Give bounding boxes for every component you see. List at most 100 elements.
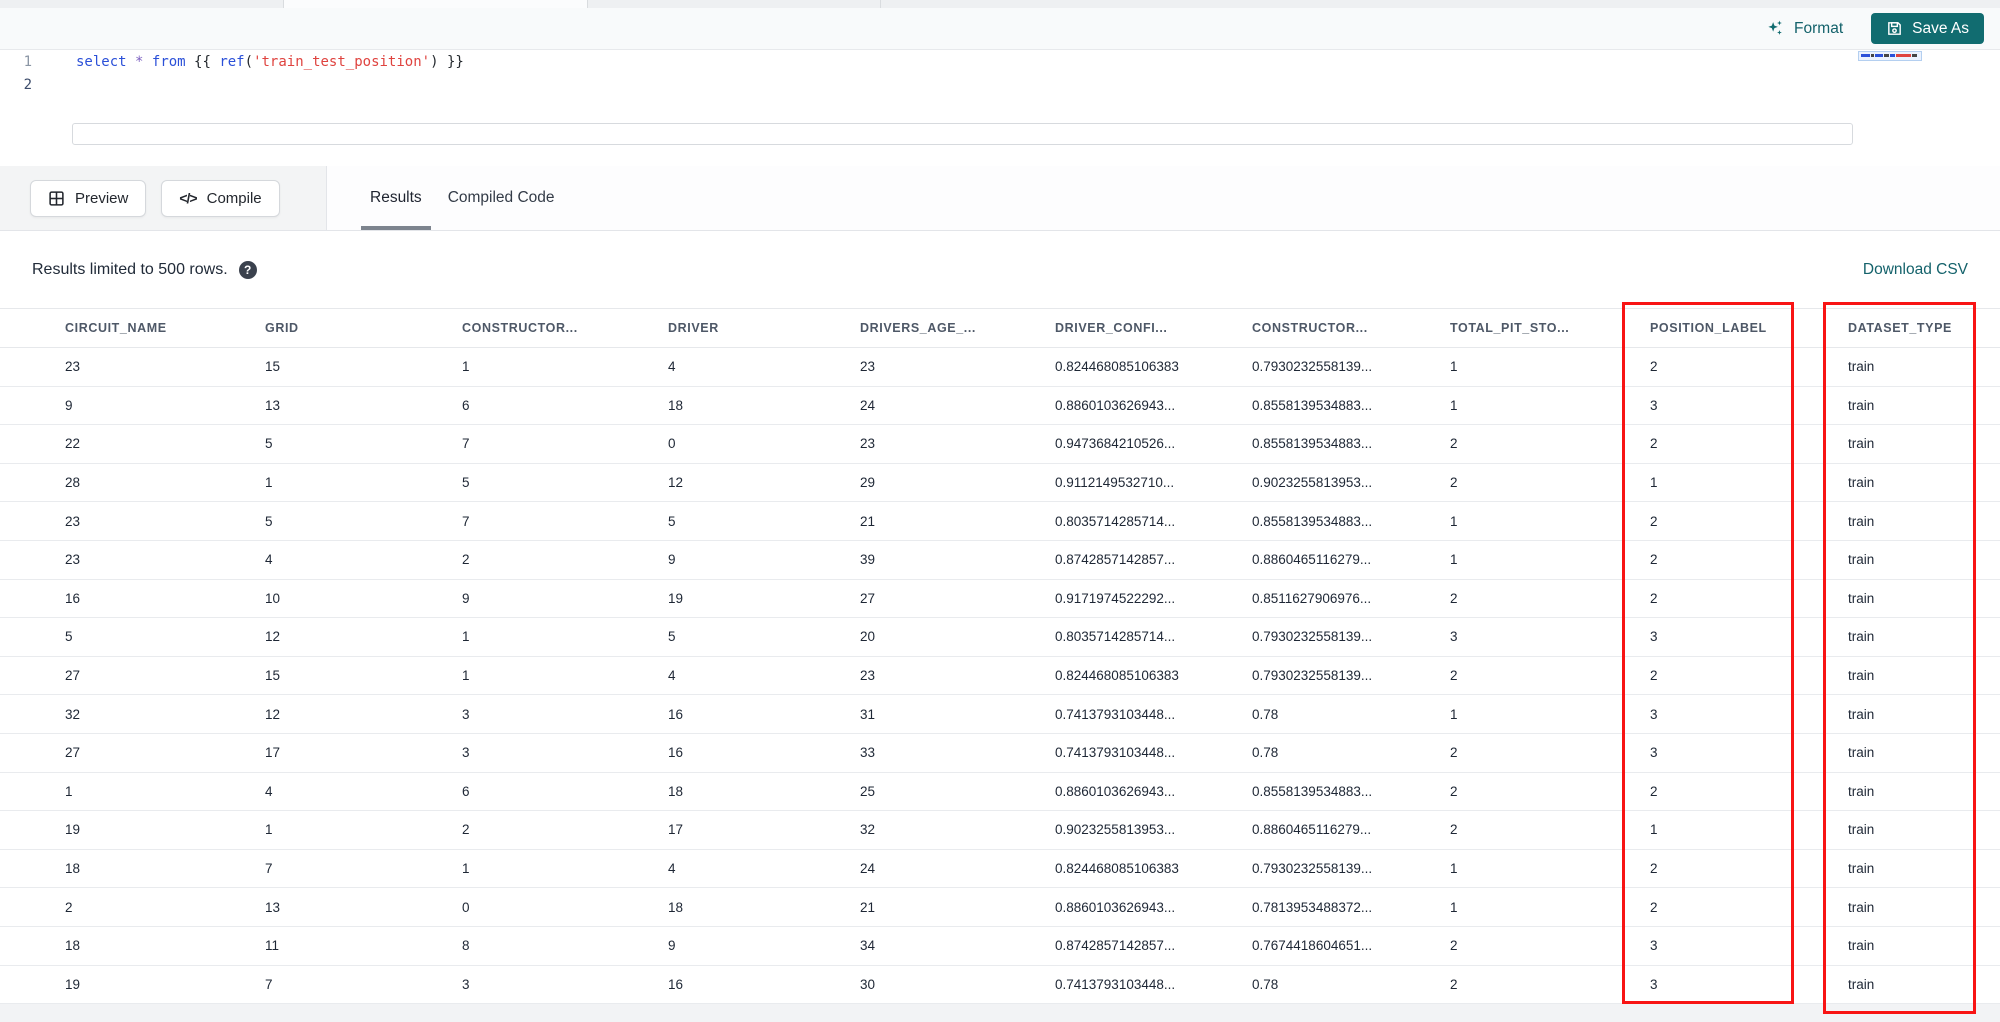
table-cell: 32: [860, 822, 876, 838]
table-cell: 21: [860, 513, 876, 529]
table-cell: 2: [1650, 359, 1658, 375]
save-as-button[interactable]: Save As: [1871, 13, 1984, 44]
table-cell: 0.78: [1252, 976, 1279, 992]
tab-compiled-code[interactable]: Compiled Code: [435, 166, 568, 230]
save-as-label: Save As: [1912, 19, 1969, 37]
table-cell: 7: [265, 861, 273, 877]
table-cell: 27: [65, 668, 81, 684]
table-cell: 2: [1650, 552, 1658, 568]
table-cell: 13: [265, 397, 281, 413]
table-cell: 12: [265, 706, 281, 722]
compile-button[interactable]: </> Compile: [161, 179, 280, 217]
save-icon: [1886, 20, 1903, 37]
table-cell: 20: [860, 629, 876, 645]
table-cell: 0: [668, 436, 676, 452]
table-cell: 0.824468085106383: [1055, 359, 1179, 375]
table-cell: 34: [860, 938, 876, 954]
table-cell: train: [1848, 552, 1875, 568]
code-token: from: [151, 54, 186, 70]
table-cell: 0.8511627906976...: [1252, 590, 1372, 606]
table-cell: train: [1848, 397, 1875, 413]
table-cell: 1: [462, 668, 470, 684]
table-cell: 2: [1650, 861, 1658, 877]
table-cell: 2: [1450, 668, 1458, 684]
table-cell: train: [1848, 629, 1875, 645]
table-cell: 23: [860, 436, 876, 452]
table-cell: 0.7813953488372...: [1252, 899, 1373, 915]
table-cell: train: [1848, 436, 1875, 452]
results-info-bar: Results limited to 500 rows. ? Download …: [0, 231, 2000, 308]
table-cell: train: [1848, 861, 1875, 877]
table-cell: 0.8742857142857...: [1055, 552, 1176, 568]
table-cell: 1: [1450, 861, 1458, 877]
code-line[interactable]: select * from {{ ref('train_test_positio…: [76, 52, 1850, 72]
code-icon: </>: [179, 190, 197, 206]
table-cell: 3: [1450, 629, 1458, 645]
table-cell: 0.7413793103448...: [1055, 745, 1176, 761]
table-cell: 3: [1650, 629, 1658, 645]
table-cell: 3: [462, 745, 470, 761]
code-token: ref: [219, 54, 245, 70]
code-token: {{: [185, 54, 220, 70]
action-bar: Preview </> Compile Results Compiled Code: [0, 166, 2000, 231]
table-cell: 5: [265, 513, 273, 529]
table-cell: 27: [860, 590, 876, 606]
table-cell: 18: [668, 899, 684, 915]
table-cell: 2: [1450, 590, 1458, 606]
table-cell: train: [1848, 706, 1875, 722]
table-cell: 0.7930232558139...: [1252, 359, 1373, 375]
table-body: 23 15 1 4 23 0.824468085106383 0.7930232558139…: [0, 348, 2000, 1005]
table-cell: train: [1848, 475, 1875, 491]
editor-minimap[interactable]: [1858, 51, 1994, 121]
active-file-tab[interactable]: [283, 0, 587, 8]
column-header: DATASET_TYPE: [1848, 321, 1952, 335]
code-token: (: [244, 54, 254, 70]
sql-editor[interactable]: 1 2 select * from {{ ref('train_test_pos…: [0, 50, 2000, 166]
table-row: 5 12 1 5 20 0.8035714285714... 0.7930232558139…: [0, 618, 2000, 657]
format-button[interactable]: Format: [1766, 19, 1843, 38]
table-cell: train: [1848, 513, 1875, 529]
table-cell: 15: [265, 359, 281, 375]
table-cell: 0.9112149532710...: [1055, 475, 1175, 491]
table-cell: 1: [1450, 899, 1458, 915]
table-cell: 1: [1450, 552, 1458, 568]
table-cell: 7: [462, 513, 470, 529]
table-cell: 18: [668, 783, 684, 799]
table-cell: 16: [65, 590, 81, 606]
help-icon[interactable]: ?: [238, 260, 257, 279]
table-cell: 2: [1450, 436, 1458, 452]
table-cell: 18: [65, 861, 81, 877]
table-row: 23 4 2 9 39 0.8742857142857... 0.8860465116279…: [0, 540, 2000, 580]
table-cell: 16: [668, 976, 684, 992]
table-cell: 1: [462, 629, 470, 645]
table-cell: 1: [1450, 359, 1458, 375]
code-area[interactable]: select * from {{ ref('train_test_positio…: [76, 52, 1850, 72]
table-cell: 29: [860, 475, 876, 491]
table-cell: 0.9473684210526...: [1055, 436, 1176, 452]
preview-button[interactable]: Preview: [30, 179, 147, 217]
table-cell: 2: [1650, 668, 1658, 684]
download-csv-link[interactable]: Download CSV: [1863, 261, 1968, 279]
table-cell: 0.8860465116279...: [1252, 552, 1372, 568]
table-cell: 4: [668, 359, 676, 375]
table-cell: 4: [265, 783, 273, 799]
table-cell: 1: [265, 475, 273, 491]
column-header: DRIVER: [668, 321, 719, 335]
table-row: 1 4 6 18 25 0.8860103626943... 0.8558139534883…: [0, 772, 2000, 812]
table-cell: 22: [65, 436, 81, 452]
table-row: 16 10 9 19 27 0.9171974522292... 0.85116279069…: [0, 579, 2000, 619]
table-row: 23 15 1 4 23 0.824468085106383 0.7930232558139…: [0, 348, 2000, 387]
table-row: 27 15 1 4 23 0.824468085106383 0.7930232558139…: [0, 656, 2000, 696]
table-cell: 4: [668, 668, 676, 684]
table-row: 19 1 2 17 32 0.9023255813953... 0.886046511627…: [0, 811, 2000, 850]
table-cell: 2: [1450, 822, 1458, 838]
table-row: 22 5 7 0 23 0.9473684210526... 0.8558139534883…: [0, 425, 2000, 464]
table-cell: 5: [265, 436, 273, 452]
table-cell: 8: [462, 938, 470, 954]
table-cell: 1: [462, 359, 470, 375]
table-cell: 24: [860, 397, 876, 413]
tab-results[interactable]: Results: [357, 166, 435, 230]
table-cell: train: [1848, 668, 1875, 684]
column-header: DRIVER_CONFI...: [1055, 321, 1168, 335]
